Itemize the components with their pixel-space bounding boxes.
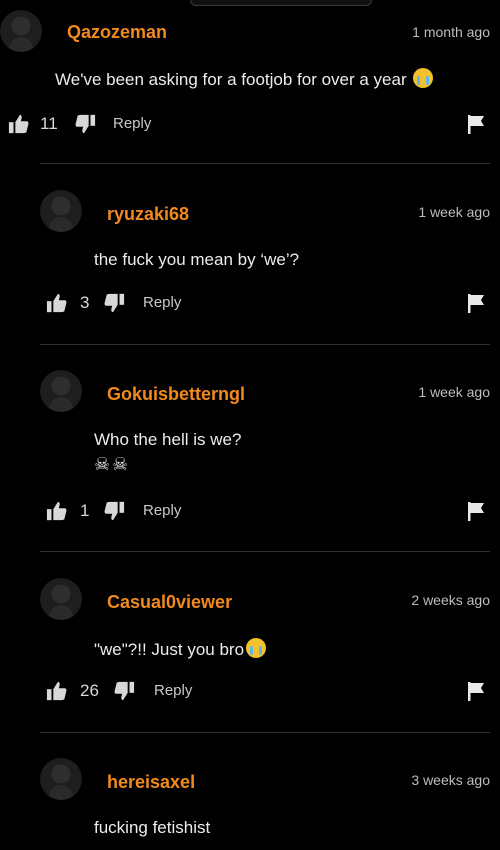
comment-text-body: fucking fetishist: [94, 818, 211, 837]
skull-emoji: ☠☠: [94, 454, 131, 474]
avatar[interactable]: [40, 190, 82, 232]
divider: [40, 344, 490, 345]
thumbs-up-icon[interactable]: [46, 500, 68, 522]
top-sheet-handle: [190, 0, 372, 6]
avatar[interactable]: [40, 758, 82, 800]
reply-button[interactable]: Reply: [154, 682, 192, 699]
flag-icon[interactable]: [466, 293, 486, 313]
comment-text-body: We've been asking for a footjob for over…: [55, 70, 407, 89]
reply-button[interactable]: Reply: [143, 294, 181, 311]
comment-username[interactable]: hereisaxel: [107, 772, 195, 793]
divider: [40, 732, 490, 733]
flag-icon[interactable]: [466, 681, 486, 701]
comment-text: the fuck you mean by ‘we’?: [94, 250, 299, 270]
comment-text-body: the fuck you mean by ‘we’?: [94, 250, 300, 269]
reply-button[interactable]: Reply: [143, 502, 181, 519]
reply-button[interactable]: Reply: [113, 115, 151, 132]
comment-text: "we"?!! Just you bro: [94, 638, 267, 660]
thumbs-up-icon[interactable]: [46, 680, 68, 702]
thumbs-up-icon[interactable]: [8, 113, 30, 135]
thumbs-up-icon[interactable]: [46, 292, 68, 314]
comment-actions: 1 Reply: [0, 500, 500, 524]
comment-actions: 3 Reply: [0, 292, 500, 316]
comment-actions: 11 Reply: [0, 113, 500, 137]
comment-username[interactable]: Qazozeman: [67, 22, 167, 43]
divider: [40, 551, 490, 552]
avatar[interactable]: [40, 370, 82, 412]
thumbs-down-icon[interactable]: [74, 113, 96, 135]
thumbs-down-icon[interactable]: [103, 500, 125, 522]
comment-timestamp: 1 week ago: [418, 204, 490, 220]
comment-timestamp: 1 month ago: [412, 24, 490, 40]
flag-icon[interactable]: [466, 114, 486, 134]
avatar[interactable]: [40, 578, 82, 620]
thumbs-down-icon[interactable]: [103, 292, 125, 314]
like-count: 11: [40, 114, 58, 133]
comment-timestamp: 3 weeks ago: [411, 772, 490, 788]
comment-username[interactable]: Gokuisbetterngl: [107, 384, 245, 405]
comment-timestamp: 1 week ago: [418, 384, 490, 400]
comment-text: Who the hell is we?: [94, 430, 241, 450]
comment-username[interactable]: ryuzaki68: [107, 204, 189, 225]
comment-text-body: Who the hell is we?: [94, 430, 242, 449]
comment-timestamp: 2 weeks ago: [411, 592, 490, 608]
like-count: 1: [80, 501, 90, 520]
comment-username[interactable]: Casual0viewer: [107, 592, 232, 613]
divider: [40, 163, 490, 164]
crying-face-icon: [246, 638, 267, 658]
avatar[interactable]: [0, 10, 42, 52]
crying-face-icon: [413, 68, 434, 88]
flag-icon[interactable]: [466, 501, 486, 521]
like-count: 3: [80, 293, 90, 312]
like-count: 26: [80, 681, 99, 700]
comment-actions: 26 Reply: [0, 680, 500, 704]
comment-text-body: "we"?!! Just you bro: [94, 640, 245, 659]
comment-text: We've been asking for a footjob for over…: [55, 68, 434, 90]
comment-text: fucking fetishist: [94, 818, 210, 838]
thumbs-down-icon[interactable]: [113, 680, 135, 702]
